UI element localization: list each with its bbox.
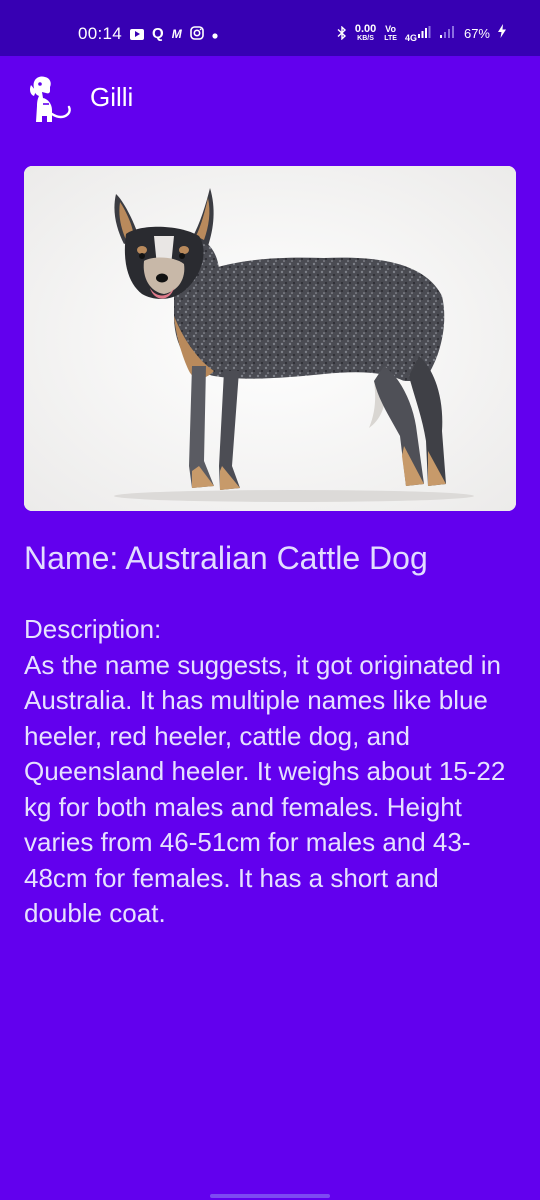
wallet-icon: M (171, 27, 182, 41)
charging-icon (498, 24, 506, 43)
q-icon: Q (152, 25, 164, 42)
network-type: 4G (404, 32, 417, 43)
volte-bottom: LTE (384, 34, 397, 42)
dog-icon (28, 74, 74, 126)
battery-percent: 67% (463, 26, 490, 41)
data-speed-value: 0.00 (354, 23, 377, 35)
volte-indicator: Vo LTE (384, 23, 397, 43)
app-title: Gilli (90, 82, 134, 112)
data-speed: 0.00 KB/S (355, 24, 376, 43)
bluetooth-icon (337, 25, 347, 42)
navigation-handle[interactable] (210, 1194, 330, 1198)
description-label: Description: (24, 614, 162, 644)
instagram-icon (189, 26, 204, 42)
dog-photo (24, 166, 516, 511)
status-time: 00:14 (78, 24, 123, 43)
description-text: As the name suggests, it got originated … (24, 649, 506, 929)
youtube-icon (130, 28, 145, 40)
dog-illustration (24, 166, 516, 511)
breed-name: Name: Australian Cattle Dog (24, 540, 428, 576)
network-indicator: 4G (405, 25, 432, 43)
signal-icon (417, 25, 432, 43)
signal-icon-2 (439, 25, 456, 43)
volte-top: Vo (385, 23, 397, 34)
description-block: Description: As the name suggests, it go… (24, 612, 516, 932)
status-bar: 00:14 Q M 0.00 KB/S Vo LTE 4G 67% (0, 0, 540, 56)
data-speed-unit: KB/S (357, 35, 374, 42)
dot-icon (212, 27, 218, 41)
app-bar: Gilli (0, 56, 540, 140)
